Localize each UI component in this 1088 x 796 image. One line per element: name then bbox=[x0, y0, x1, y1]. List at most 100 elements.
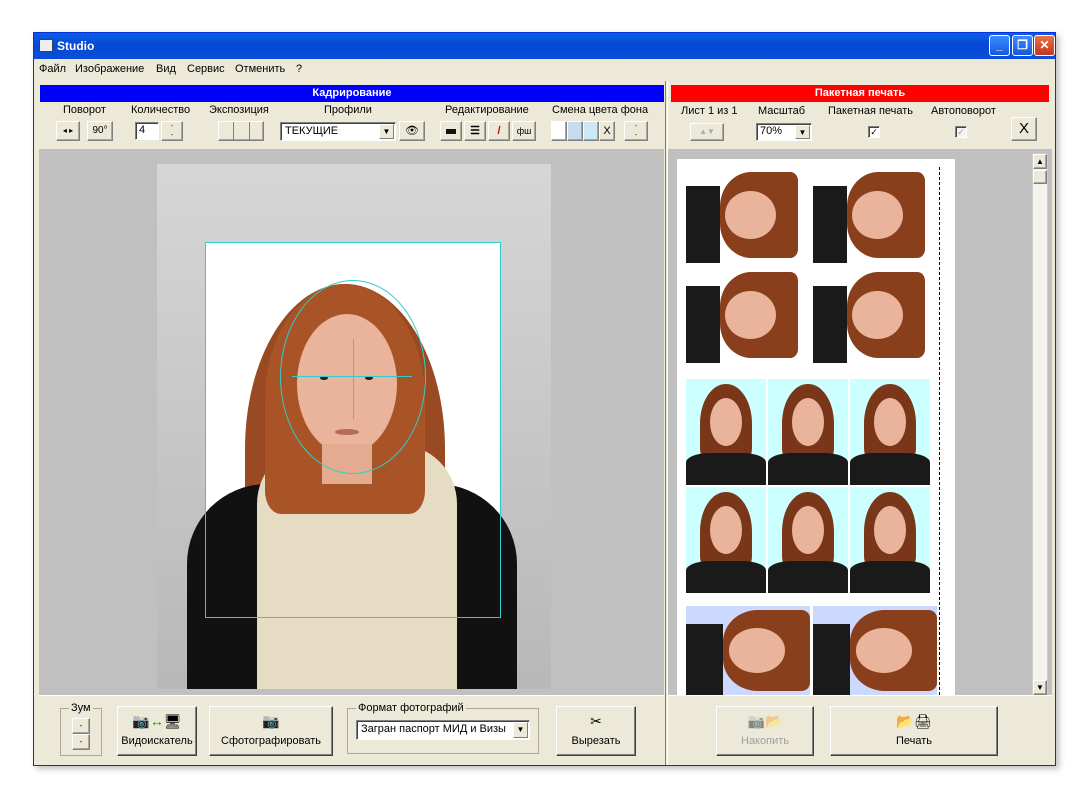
title-bar: Studio _ ❐ ✕ bbox=[34, 33, 1055, 59]
thumbnail-shape bbox=[768, 453, 848, 485]
chevron-down-icon[interactable]: ▼ bbox=[379, 124, 394, 139]
print-thumbnail bbox=[686, 167, 798, 263]
pencil-icon[interactable]: / bbox=[488, 121, 510, 141]
count-label: Количество bbox=[131, 104, 191, 116]
bgcolor-spinner[interactable]: -- bbox=[624, 121, 648, 141]
clear-sheet-button[interactable]: X bbox=[1011, 117, 1037, 141]
count-spinner[interactable]: -- bbox=[161, 121, 183, 141]
close-button[interactable]: ✕ bbox=[1034, 35, 1055, 56]
autorotate-checkbox[interactable]: ✓ bbox=[955, 126, 967, 138]
menu-service[interactable]: Сервис bbox=[187, 63, 225, 75]
rotate-90-button[interactable]: 90° bbox=[87, 121, 113, 141]
thumbnail-shape bbox=[852, 191, 903, 239]
thumbnail-shape bbox=[768, 561, 848, 593]
eye-settings-button[interactable]: 👁 bbox=[399, 121, 425, 141]
batch-print-label: Пакетная печать bbox=[828, 105, 914, 117]
shoot-button[interactable]: 📷 Сфотографировать bbox=[209, 706, 333, 756]
exposure-slider[interactable] bbox=[218, 121, 264, 141]
cut-button[interactable]: ✂ Вырезать bbox=[556, 706, 636, 756]
zoom-out-button[interactable]: - bbox=[72, 734, 90, 750]
viewfinder-label: Видоискатель bbox=[121, 735, 193, 747]
crop-bottom-bar: Зум - - 📷↔🖥 Видоискатель 📷 Сфотографиров… bbox=[39, 695, 664, 765]
app-icon bbox=[39, 39, 53, 52]
print-thumbnail bbox=[850, 487, 930, 593]
thumbnail-shape bbox=[686, 186, 720, 263]
minimize-button[interactable]: _ bbox=[989, 35, 1010, 56]
photoshop-button[interactable]: фш bbox=[512, 121, 536, 141]
shoot-label: Сфотографировать bbox=[221, 735, 321, 747]
print-preview-canvas[interactable]: ▲ ▼ bbox=[668, 149, 1052, 695]
cut-label: Вырезать bbox=[571, 735, 621, 747]
chevron-down-icon[interactable]: ▼ bbox=[513, 722, 528, 738]
print-thumbnail bbox=[813, 267, 925, 363]
main-window: Studio _ ❐ ✕ Файл Изображение Вид Сервис… bbox=[33, 32, 1056, 766]
edit-label: Редактирование bbox=[445, 104, 529, 116]
camera-icon: 📷 bbox=[262, 713, 280, 729]
thumbnail-shape bbox=[813, 186, 847, 263]
bgcolor-clear-button[interactable]: X bbox=[599, 121, 615, 141]
profile-value: ТЕКУЩИЕ bbox=[285, 125, 339, 137]
menu-view[interactable]: Вид bbox=[156, 63, 176, 75]
adjust-button[interactable]: ☰ bbox=[464, 121, 486, 141]
thumbnail-shape bbox=[686, 561, 766, 593]
chevron-down-icon[interactable]: ▼ bbox=[795, 125, 810, 139]
scroll-down-button[interactable]: ▼ bbox=[1033, 680, 1047, 695]
format-select[interactable]: Загран паспорт МИД и Визы ▼ bbox=[356, 720, 530, 740]
print-thumbnail bbox=[768, 379, 848, 485]
center-line-guide[interactable] bbox=[353, 339, 354, 419]
print-thumbnail bbox=[850, 379, 930, 485]
profile-select[interactable]: ТЕКУЩИЕ ▼ bbox=[280, 122, 396, 141]
zoom-in-button[interactable]: - bbox=[72, 718, 90, 734]
eye-line-guide[interactable] bbox=[292, 376, 412, 377]
vertical-scrollbar[interactable]: ▲ ▼ bbox=[1032, 153, 1048, 695]
menu-help[interactable]: ? bbox=[296, 63, 302, 75]
scale-select[interactable]: 70% ▼ bbox=[756, 123, 812, 141]
format-label: Формат фотографий bbox=[356, 702, 466, 714]
thumbnail-shape bbox=[792, 506, 824, 554]
thumbnail-shape bbox=[710, 398, 742, 446]
thumbnail-shape bbox=[813, 286, 847, 363]
thumbnail-shape bbox=[850, 453, 930, 485]
print-thumbnail bbox=[813, 606, 937, 695]
scroll-up-button[interactable]: ▲ bbox=[1033, 154, 1047, 169]
thumbnail-shape bbox=[686, 623, 724, 695]
thumbnail-shape bbox=[686, 453, 766, 485]
thumbnail-shape bbox=[874, 398, 906, 446]
sheet-nav-arrows[interactable]: ▲▼ bbox=[690, 123, 724, 141]
rotate-arrows-button[interactable]: ◂ ▸ bbox=[56, 121, 80, 141]
profiles-label: Профили bbox=[324, 104, 372, 116]
thumbnail-shape bbox=[725, 191, 776, 239]
menu-undo[interactable]: Отменить bbox=[235, 63, 285, 75]
batch-bottom-bar: 📷📂 Накопить 📂🖨 Печать bbox=[668, 695, 1052, 765]
camera-folder-icon: 📷📂 bbox=[747, 713, 783, 729]
format-value: Загран паспорт МИД и Визы bbox=[361, 723, 506, 735]
batch-header: Пакетная печать bbox=[671, 85, 1049, 102]
thumbnail-shape bbox=[686, 286, 720, 363]
crop-canvas[interactable] bbox=[39, 149, 664, 695]
maximize-button[interactable]: ❐ bbox=[1012, 35, 1033, 56]
menu-file[interactable]: Файл bbox=[39, 63, 66, 75]
count-input[interactable]: 4 bbox=[135, 122, 159, 140]
bgcolor-white-swatch[interactable] bbox=[551, 121, 567, 141]
menu-image[interactable]: Изображение bbox=[75, 63, 144, 75]
crop-header: Кадрирование bbox=[40, 85, 664, 102]
batch-print-checkbox[interactable]: ✓ bbox=[868, 126, 880, 138]
bgcolor-label: Смена цвета фона bbox=[552, 104, 649, 116]
exposure-label: Экспозиция bbox=[209, 104, 269, 116]
print-thumbnail bbox=[768, 487, 848, 593]
thumbnail-shape bbox=[725, 291, 776, 339]
print-button[interactable]: 📂🖨 Печать bbox=[830, 706, 998, 756]
accumulate-button[interactable]: 📷📂 Накопить bbox=[716, 706, 814, 756]
scale-label: Масштаб bbox=[758, 105, 806, 117]
scissors-icon: ✂ bbox=[590, 713, 602, 729]
scroll-thumb[interactable] bbox=[1033, 170, 1047, 184]
levels-button[interactable] bbox=[440, 121, 462, 141]
accumulate-label: Накопить bbox=[741, 735, 789, 747]
viewfinder-button[interactable]: 📷↔🖥 Видоискатель bbox=[117, 706, 197, 756]
thumbnail-shape bbox=[710, 506, 742, 554]
zoom-label: Зум bbox=[69, 702, 93, 714]
bgcolor-cyan-swatch[interactable] bbox=[583, 121, 599, 141]
bgcolor-blue-swatch[interactable] bbox=[567, 121, 583, 141]
thumbnail-shape bbox=[729, 628, 786, 673]
cut-line bbox=[939, 167, 940, 695]
